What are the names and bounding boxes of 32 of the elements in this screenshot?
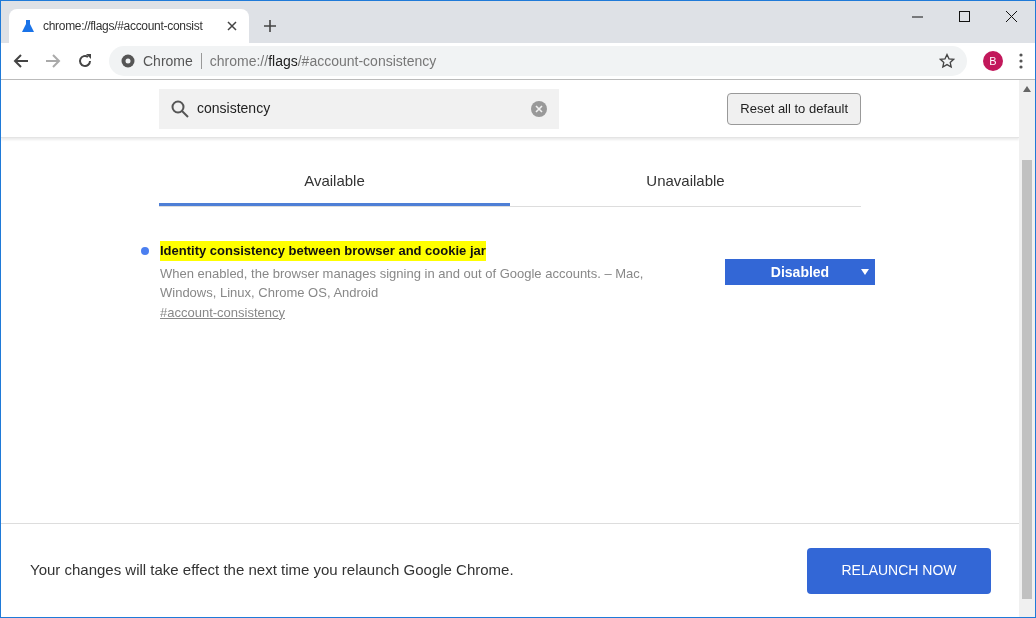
scrollbar-thumb[interactable] [1022,160,1032,599]
caret-icon [861,269,869,275]
back-icon[interactable] [13,53,29,69]
relaunch-button[interactable]: RELAUNCH NOW [807,547,991,594]
tab-title: chrome://flags/#account-consist [43,18,204,35]
new-tab-icon[interactable] [263,19,277,33]
close-icon[interactable] [227,21,237,31]
search-input[interactable]: consistency [197,98,523,119]
scrollbar[interactable] [1019,80,1035,617]
reload-icon[interactable] [77,53,93,69]
address-bar[interactable]: Chrome chrome://flags/#account-consistency [109,46,967,76]
profile-avatar[interactable]: B [983,51,1003,71]
flag-link[interactable]: #account-consistency [160,302,285,322]
close-icon[interactable] [1006,10,1017,22]
star-icon[interactable] [939,53,955,69]
flag-description: When enabled, the browser manages signing in and out of Google accounts. – Mac, Windows, Linux, Chrome OS, Android [160,264,645,302]
scroll-up-arrow-icon[interactable] [1023,86,1031,92]
maximize-icon[interactable] [959,10,970,22]
browser-tab[interactable]: chrome://flags/#account-consist [9,9,249,43]
url-text: chrome://flags/#account-consistency [209,51,437,71]
content-tab[interactable]: Unavailable [510,160,861,206]
chrome-logo-icon [121,54,135,68]
flag-dropdown[interactable]: Disabled [725,259,875,285]
site-label: Chrome [143,51,193,71]
search-icon [171,99,189,118]
content-tab[interactable]: Available [159,160,510,206]
relaunch-message: Your changes will take effect the next time you relaunch Google Chrome. [30,560,514,581]
search-field[interactable]: consistency [159,88,559,129]
menu-icon[interactable] [1019,53,1023,69]
reset-button[interactable]: Reset all to default [727,92,861,125]
flask-icon [21,19,35,33]
flag-title: Identity consistency between browser and cookie jar [160,241,486,261]
